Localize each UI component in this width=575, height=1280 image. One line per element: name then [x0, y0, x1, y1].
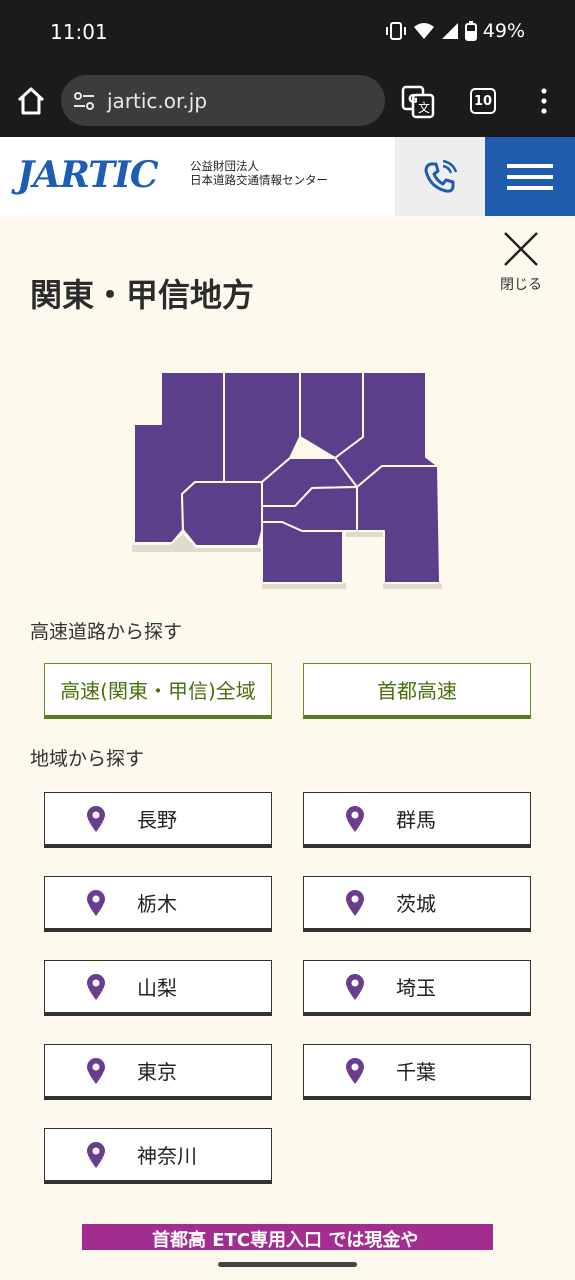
tab-count: 10 — [473, 93, 493, 109]
hamburger-icon — [507, 163, 553, 190]
phone-icon — [424, 159, 458, 193]
highway-button-label: 高速(関東・甲信)全域 — [60, 679, 256, 703]
highway-section-label: 高速道路から探す — [30, 621, 183, 643]
vibrate-icon — [385, 22, 406, 40]
region-label: 東京 — [137, 1060, 177, 1084]
region-button-nagano[interactable]: 長野 — [44, 792, 272, 848]
org-line-1: 公益財団法人 — [190, 159, 259, 173]
region-label: 千葉 — [396, 1060, 436, 1084]
etc-promo-banner[interactable]: 首都高 ETC専用入口 では現金や — [82, 1224, 493, 1250]
map-region-chiba[interactable] — [356, 465, 441, 584]
phone-button[interactable] — [395, 137, 485, 216]
region-section-label: 地域から探す — [30, 748, 145, 770]
map-pin-icon — [87, 973, 105, 1000]
url-text: jartic.or.jp — [107, 88, 208, 113]
region-label: 埼玉 — [396, 976, 436, 1000]
shuto-expressway-button[interactable]: 首都高速 — [303, 663, 531, 719]
svg-text:文: 文 — [418, 100, 430, 115]
region-label: 栃木 — [137, 892, 177, 916]
map-pin-icon — [346, 1057, 364, 1084]
org-name: 公益財団法人 日本道路交通情報センター — [190, 159, 328, 187]
home-icon[interactable] — [14, 84, 48, 118]
status-bar: 11:01 49% — [0, 0, 575, 66]
region-label: 山梨 — [137, 976, 177, 1000]
more-menu-icon[interactable] — [535, 86, 553, 116]
wifi-icon — [413, 23, 434, 39]
system-nav-bar — [0, 1250, 575, 1280]
map-pin-icon — [87, 1141, 105, 1168]
signal-icon — [441, 23, 458, 39]
region-button-ibaraki[interactable]: 茨城 — [303, 876, 531, 932]
battery-icon — [464, 21, 477, 41]
close-icon — [504, 232, 538, 266]
region-button-kanagawa[interactable]: 神奈川 — [44, 1128, 272, 1184]
tab-switcher-button[interactable]: 10 — [470, 88, 496, 114]
translate-icon[interactable]: G文 — [400, 84, 436, 120]
browser-toolbar: jartic.or.jp G文 10 — [0, 66, 575, 137]
banner-text: 首都高 ETC専用入口 では現金や — [152, 1230, 419, 1250]
highway-button-label: 首都高速 — [377, 679, 457, 703]
map-region-yamanashi[interactable] — [181, 481, 263, 547]
region-map — [132, 371, 442, 589]
svg-text:G: G — [408, 92, 418, 106]
highway-kanto-koshin-button[interactable]: 高速(関東・甲信)全域 — [44, 663, 272, 719]
map-pin-icon — [87, 889, 105, 916]
map-region-kanagawa[interactable] — [261, 521, 344, 584]
org-line-2: 日本道路交通情報センター — [190, 173, 328, 187]
region-button-yamanashi[interactable]: 山梨 — [44, 960, 272, 1016]
close-label: 閉じる — [500, 277, 542, 293]
region-button-tokyo[interactable]: 東京 — [44, 1044, 272, 1100]
region-label: 長野 — [137, 808, 177, 832]
gesture-handle[interactable] — [218, 1262, 357, 1267]
region-button-chiba[interactable]: 千葉 — [303, 1044, 531, 1100]
status-icons: 49% — [385, 20, 525, 42]
map-pin-icon — [346, 973, 364, 1000]
page-title: 関東・甲信地方 — [30, 276, 255, 314]
region-button-saitama[interactable]: 埼玉 — [303, 960, 531, 1016]
close-button[interactable]: 閉じる — [496, 230, 546, 293]
region-button-gunma[interactable]: 群馬 — [303, 792, 531, 848]
hamburger-menu-button[interactable] — [485, 137, 575, 216]
map-pin-icon — [87, 1057, 105, 1084]
jartic-logo[interactable]: JARTIC — [17, 154, 159, 196]
map-pin-icon — [346, 805, 364, 832]
region-label: 神奈川 — [137, 1144, 197, 1168]
region-label: 茨城 — [396, 892, 436, 916]
battery-percent: 49% — [482, 20, 525, 42]
site-settings-icon[interactable] — [71, 88, 97, 114]
region-button-tochigi[interactable]: 栃木 — [44, 876, 272, 932]
site-header: JARTIC 公益財団法人 日本道路交通情報センター — [0, 137, 575, 216]
map-pin-icon — [346, 889, 364, 916]
map-pin-icon — [87, 805, 105, 832]
region-label: 群馬 — [396, 808, 436, 832]
url-bar[interactable]: jartic.or.jp — [61, 75, 385, 126]
status-time: 11:01 — [50, 20, 108, 44]
